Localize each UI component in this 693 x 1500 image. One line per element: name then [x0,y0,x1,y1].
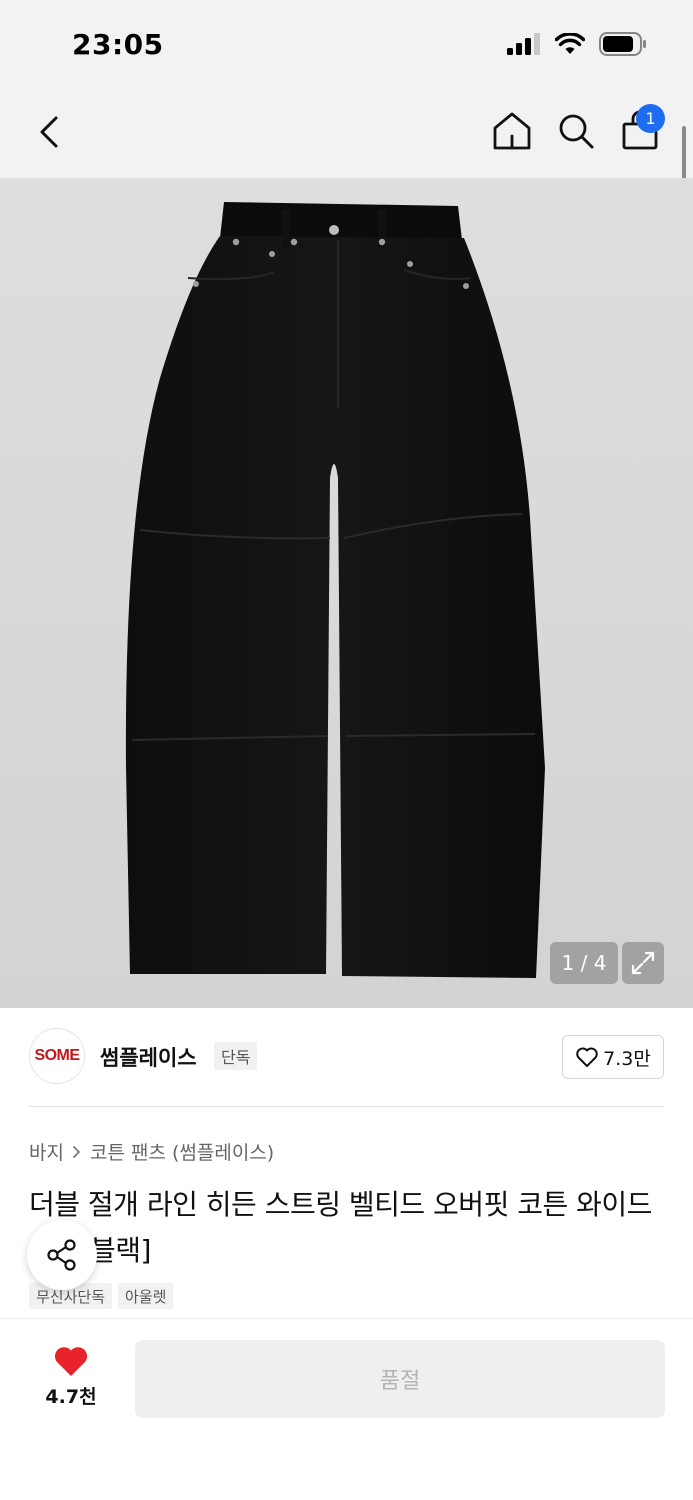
home-button[interactable] [492,110,532,152]
share-button[interactable] [27,1220,97,1290]
brand-logo[interactable]: SOME [29,1028,85,1084]
back-button[interactable] [34,112,68,152]
product-title: 더블 절개 라인 히든 스트링 벨티드 오버핏 코튼 와이드 팬츠[블랙] [29,1188,652,1267]
brand-like-button[interactable]: 7.3만 [562,1035,664,1079]
breadcrumb: 바지 코튼 팬츠 (썸플레이스) [29,1138,274,1165]
signal-icon [507,33,540,55]
share-icon [47,1239,76,1271]
breadcrumb-category[interactable]: 바지 [29,1138,64,1165]
status-bar: 23:05 [0,0,693,92]
cart-badge: 1 [636,104,665,133]
image-counter: 1 / 4 [550,942,618,984]
product-tag: 아울렛 [118,1283,174,1309]
battery-icon [599,32,646,56]
status-icons [507,32,647,56]
pants-image [125,202,545,978]
brand-exclusive-badge: 단독 [214,1042,258,1070]
brand-name[interactable]: 썸플레이스 [100,1042,197,1072]
divider [29,1106,664,1107]
wifi-icon [555,33,585,54]
status-time: 23:05 [72,28,164,61]
nav-bar [0,92,693,178]
search-button[interactable] [556,110,596,152]
breadcrumb-subcategory[interactable]: 코튼 팬츠 (썸플레이스) [90,1138,274,1165]
sold-out-button[interactable]: 품절 [135,1340,665,1418]
brand-like-count: 7.3만 [603,1047,651,1070]
wishlist-button[interactable]: 4.7천 [40,1344,102,1409]
heart-filled-icon [54,1347,88,1376]
heart-outline-icon [576,1047,598,1067]
wishlist-count: 4.7천 [45,1386,97,1408]
expand-image-button[interactable] [622,942,664,984]
product-image[interactable] [0,178,693,1008]
chevron-right-icon [73,1145,80,1158]
expand-icon [631,951,655,975]
